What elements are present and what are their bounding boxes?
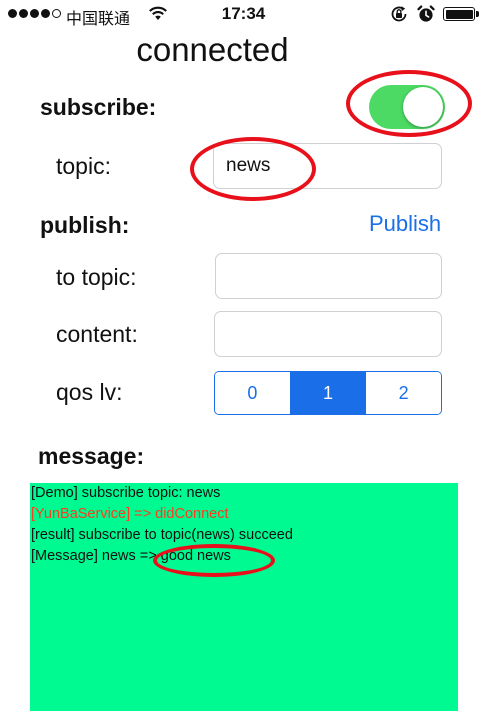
- subscribe-toggle[interactable]: [369, 85, 445, 129]
- log-line: [result] subscribe to topic(news) succee…: [31, 527, 293, 543]
- message-log[interactable]: [Demo] subscribe topic: news [YunBaServi…: [30, 483, 458, 711]
- log-line: [Demo] subscribe topic: news: [31, 485, 221, 501]
- alarm-clock-icon: [416, 4, 436, 29]
- qos-segment-2[interactable]: 2: [365, 372, 441, 414]
- message-label: message:: [38, 443, 145, 469]
- qos-segment-0[interactable]: 0: [215, 372, 290, 414]
- to-topic-input[interactable]: [215, 253, 442, 299]
- content-label: content:: [56, 321, 138, 347]
- battery-tip: [476, 11, 479, 17]
- qos-label: qos lv:: [56, 379, 123, 405]
- content-input[interactable]: [214, 311, 442, 357]
- publish-label: publish:: [40, 212, 130, 238]
- topic-label: topic:: [56, 153, 111, 179]
- log-line: [Message] news => good news: [31, 548, 231, 564]
- battery-icon: [443, 7, 475, 21]
- status-bar: 中国联通 17:34: [0, 0, 487, 30]
- subscribe-label: subscribe:: [40, 94, 157, 120]
- orientation-lock-icon: [389, 4, 409, 29]
- log-line-error: [YunBaService] => didConnect: [31, 506, 229, 522]
- connection-status-title: connected: [136, 31, 289, 68]
- toggle-knob: [403, 87, 443, 127]
- to-topic-label: to topic:: [56, 264, 137, 290]
- publish-button[interactable]: Publish: [369, 211, 441, 237]
- qos-segment-1[interactable]: 1: [289, 372, 366, 414]
- status-time: 17:34: [221, 4, 266, 23]
- qos-segmented-control: 0 1 2: [214, 371, 442, 415]
- topic-input[interactable]: [213, 143, 442, 189]
